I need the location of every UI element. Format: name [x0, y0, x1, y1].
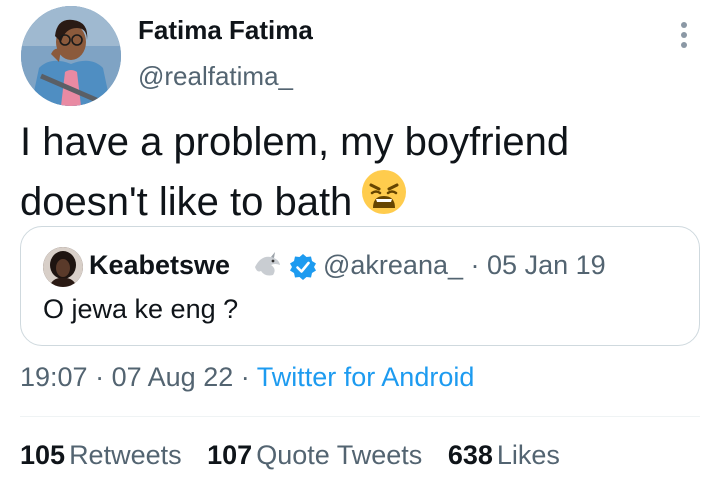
more-options-icon[interactable]	[672, 18, 696, 52]
tweet-meta: 19:07 · 07 Aug 22 · Twitter for Android	[20, 360, 474, 394]
engagement-stats: 105 Retweets 107 Quote Tweets 638 Likes	[20, 438, 578, 472]
quoted-separator: ·	[470, 250, 480, 280]
tweet-text-content: I have a problem, my boyfriend doesn't l…	[20, 120, 570, 224]
quoted-author-handle[interactable]: @akreana_	[323, 250, 463, 280]
quotes-label: Quote Tweets	[256, 440, 423, 470]
meta-separator-2: ·	[240, 362, 250, 392]
quotes-count: 107	[207, 440, 253, 470]
quoted-author-name[interactable]: Keabetswe	[89, 249, 230, 281]
retweets-stat[interactable]: 105 Retweets	[20, 438, 182, 472]
tweet-date[interactable]: 07 Aug 22	[112, 362, 234, 392]
dragon-emoji-icon	[253, 251, 283, 284]
weary-face-icon	[360, 168, 408, 233]
quoted-author-avatar[interactable]	[43, 247, 83, 287]
meta-separator-1: ·	[95, 362, 105, 392]
author-display-name[interactable]: Fatima Fatima	[138, 14, 313, 46]
tweet-text: I have a problem, my boyfriend doesn't l…	[20, 112, 700, 233]
quoted-tweet-card[interactable]: Keabetswe @akreana_ · 05 Jan 19 O jewa k…	[20, 226, 700, 346]
tweet-source-link[interactable]: Twitter for Android	[257, 362, 475, 392]
tweet-time[interactable]: 19:07	[20, 362, 88, 392]
likes-label: Likes	[496, 440, 560, 470]
verified-badge-icon	[289, 253, 317, 286]
quoted-tweet-text: O jewa ke eng ?	[43, 294, 239, 324]
author-handle[interactable]: @realfatima_	[138, 60, 293, 92]
author-avatar[interactable]	[21, 6, 121, 106]
divider	[20, 416, 700, 417]
quoted-handle-date[interactable]: @akreana_ · 05 Jan 19	[323, 249, 606, 281]
avatar-photo	[21, 6, 121, 106]
likes-stat[interactable]: 638 Likes	[448, 438, 560, 472]
likes-count: 638	[447, 440, 493, 470]
quoted-date[interactable]: 05 Jan 19	[487, 250, 606, 280]
quoted-avatar-photo	[43, 247, 83, 287]
quote-tweets-stat[interactable]: 107 Quote Tweets	[207, 438, 422, 472]
retweets-label: Retweets	[69, 440, 182, 470]
retweets-count: 105	[20, 440, 66, 470]
